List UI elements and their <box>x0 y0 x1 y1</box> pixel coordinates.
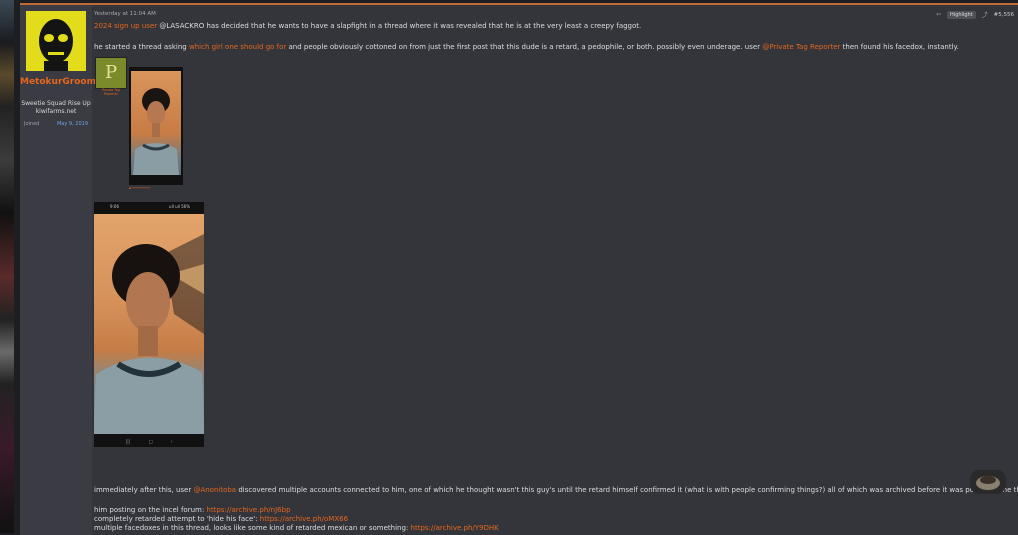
share-icon[interactable]: ⤴ <box>982 10 988 19</box>
archive-link-1[interactable]: https://archive.ph/nJ6bp <box>206 506 290 514</box>
phone-time: 9:06 <box>110 204 119 209</box>
paragraph-3-text-a: immediately after this, user <box>94 486 194 494</box>
paragraph-3: immediately after this, user @Anonitoba … <box>94 486 1018 495</box>
username[interactable]: MetokurGroomedMe <box>20 77 124 87</box>
embed-photo <box>129 67 183 185</box>
embed-photo-image <box>131 71 181 175</box>
phone-nav-bar: ||| ◻ ‹ <box>94 439 204 445</box>
archive-line-1-text: him posting on the incel forum: <box>94 506 207 514</box>
paragraph-3-text-b: discovered multiple accounts connected t… <box>236 486 1018 494</box>
post-number[interactable]: #5,556 <box>994 12 1014 18</box>
paragraph-2-text-b: and people obviously cottoned on from ju… <box>286 43 763 51</box>
paragraph-1: 2024 sign up user @LASACKRO has decided … <box>94 22 641 31</box>
phone-photo <box>94 214 204 434</box>
thread-link[interactable]: which girl one should go for <box>189 43 286 51</box>
paragraph-1-text: @LASACKRO has decided that he wants to h… <box>157 22 642 30</box>
bookmark-icon[interactable]: ⇦ <box>936 11 941 18</box>
sticker-image <box>970 470 1006 494</box>
embed-footer: ▪ ━━━━━━━━━━ <box>129 186 151 190</box>
embed-avatar: P <box>95 57 127 89</box>
forum-post: MetokurGroomedMe Sweetie Squad Rise Up k… <box>20 3 1018 535</box>
user-title: Sweetie Squad Rise Up kiwifarms.net <box>21 100 91 115</box>
paragraph-2-text-c: then found his facedox, instantly. <box>840 43 959 51</box>
embedded-quote-screenshot[interactable]: P Private Tag Reporter ▪ ━━━━━━━━━━ <box>95 55 205 203</box>
post-content: Yesterday at 11:04 AM ⇦ Highlight ⤴ #5,5… <box>94 5 1018 535</box>
archive-link-3[interactable]: https://archive.ph/Y9DHK <box>411 524 499 532</box>
archive-line-3-text: multiple facedoxes in this thread, looks… <box>94 524 411 532</box>
paragraph-2-text-a: he started a thread asking <box>94 43 189 51</box>
embed-username: Private Tag Reporter <box>102 88 120 96</box>
post-actions: ⇦ Highlight ⤴ #5,556 <box>936 10 1014 19</box>
nav-menu-icon: ||| <box>125 439 131 445</box>
user-info-column: MetokurGroomedMe Sweetie Squad Rise Up k… <box>20 5 124 535</box>
mention-link-anonitoba[interactable]: @Anonitoba <box>193 486 236 494</box>
joined-label: Joined <box>24 121 40 127</box>
archive-line-2-text: completely retarded attempt to 'hide his… <box>94 515 260 523</box>
avatar[interactable] <box>26 11 86 71</box>
mention-link-private-tag-reporter[interactable]: @Private Tag Reporter <box>762 43 840 51</box>
phone-screenshot[interactable]: 9:06 ull ull 56% ||| ◻ ‹ <box>94 202 204 447</box>
joined-row: Joined May 9, 2019 <box>24 121 88 127</box>
reaction-sticker <box>970 470 1006 494</box>
post-date[interactable]: Yesterday at 11:04 AM <box>94 11 156 17</box>
phone-status-right: ull ull 56% <box>169 204 190 209</box>
signup-link[interactable]: 2024 sign up user <box>94 22 157 30</box>
joined-date: May 9, 2019 <box>56 121 88 127</box>
nav-back-icon: ‹ <box>170 439 173 445</box>
archive-line-2: completely retarded attempt to 'hide his… <box>94 515 348 524</box>
archive-link-2[interactable]: https://archive.ph/oMX66 <box>260 515 348 523</box>
skull-face-icon <box>26 11 86 71</box>
highlight-button[interactable]: Highlight <box>947 10 976 19</box>
nav-home-icon: ◻ <box>148 439 153 445</box>
archive-line-3: multiple facedoxes in this thread, looks… <box>94 524 499 533</box>
paragraph-2: he started a thread asking which girl on… <box>94 43 959 52</box>
background-strip <box>0 0 14 533</box>
person-image <box>94 234 204 434</box>
archive-line-1: him posting on the incel forum: https://… <box>94 506 291 515</box>
person-image <box>133 88 179 175</box>
